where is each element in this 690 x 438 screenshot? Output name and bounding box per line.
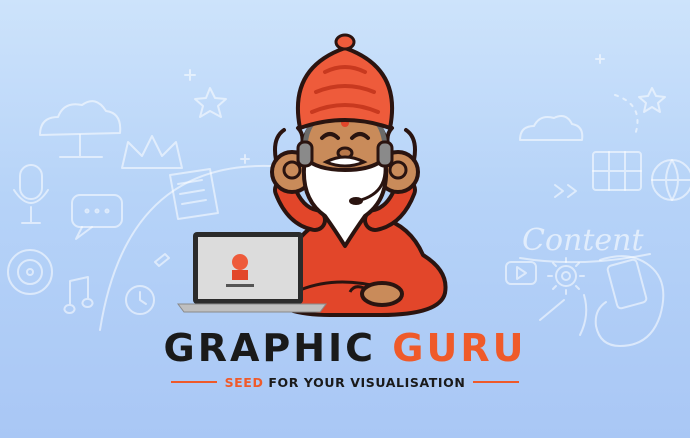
hero-banner: Content GRAPHIC GURU SEED FOR YOUR VISUA… — [0, 0, 690, 438]
brand-title: GRAPHIC GURU — [0, 326, 690, 370]
turban — [295, 33, 395, 130]
tagline-right-rule — [473, 381, 520, 383]
tagline: SEED FOR YOUR VISUALISATION — [225, 375, 466, 390]
tagline-row: SEED FOR YOUR VISUALISATION — [0, 372, 690, 392]
tagline-accent: SEED — [224, 374, 264, 390]
tagline-rest: FOR YOUR VISUALISATION — [268, 374, 466, 390]
brand-word-graphic: GRAPHIC — [163, 326, 377, 370]
brand-word-guru: GURU — [392, 326, 527, 370]
tagline-left-rule — [170, 381, 217, 383]
